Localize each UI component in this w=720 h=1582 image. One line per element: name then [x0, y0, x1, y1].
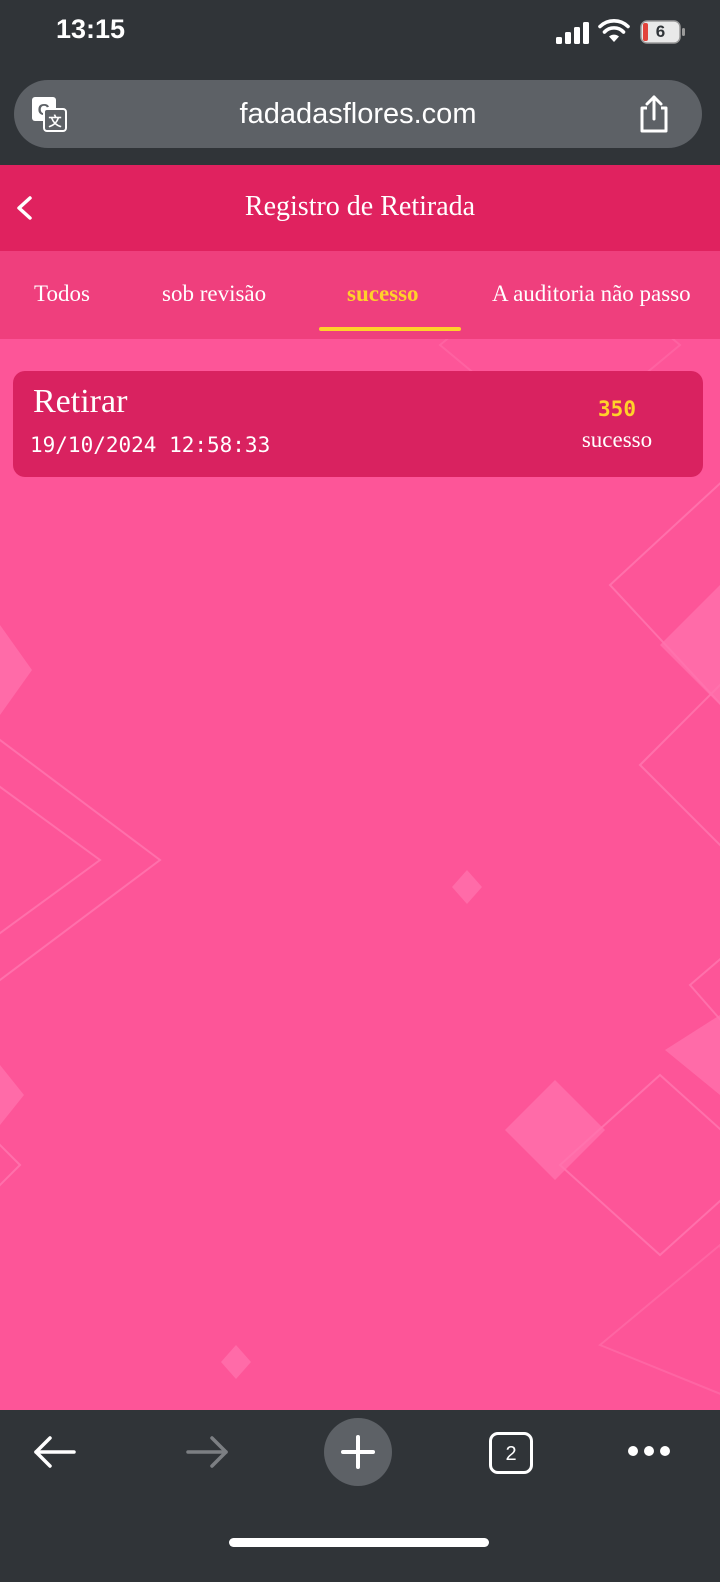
background-diamond-pattern — [0, 243, 720, 1395]
url-text[interactable]: fadadasflores.com — [14, 98, 702, 131]
record-title: Retirar — [33, 383, 128, 420]
withdrawal-record-card[interactable]: Retirar 19/10/2024 12:58:33 350 sucesso — [13, 371, 703, 477]
tab-sucesso[interactable]: sucesso — [347, 281, 419, 307]
back-arrow-icon[interactable] — [30, 1432, 80, 1472]
battery-level: 6 — [655, 22, 666, 41]
record-status: sucesso — [581, 427, 653, 452]
status-time: 13:15 — [56, 14, 126, 44]
record-amount: 350 — [598, 397, 636, 421]
plus-icon — [341, 1435, 375, 1469]
filter-tabs: Todos sob revisão sucesso A auditoria nã… — [0, 251, 720, 339]
page-title: Registro de Retirada — [244, 191, 476, 222]
active-tab-indicator — [319, 327, 461, 331]
new-tab-button[interactable] — [324, 1418, 392, 1486]
cellular-signal-icon — [556, 22, 589, 44]
address-bar[interactable]: G 文 fadadasflores.com — [14, 80, 702, 148]
status-bar: 13:15 6 — [0, 0, 720, 64]
page-header: Registro de Retirada — [0, 165, 720, 251]
web-page: Registro de Retirada Todos sob revisão s… — [0, 165, 720, 1410]
browser-toolbar: 2 — [0, 1410, 720, 1582]
record-datetime: 19/10/2024 12:58:33 — [30, 433, 271, 457]
tab-todos[interactable]: Todos — [34, 281, 90, 307]
tab-auditoria-nao-passou[interactable]: A auditoria não passo — [492, 281, 691, 307]
wifi-icon — [598, 19, 630, 42]
tabs-button[interactable]: 2 — [489, 1432, 533, 1474]
forward-arrow-icon[interactable] — [182, 1432, 232, 1472]
more-dots-icon[interactable] — [626, 1444, 672, 1458]
browser-address-area: G 文 fadadasflores.com — [0, 64, 720, 165]
tabs-count: 2 — [505, 1443, 517, 1465]
tab-sob-revisao[interactable]: sob revisão — [162, 281, 266, 307]
share-icon[interactable] — [636, 94, 672, 134]
home-indicator[interactable] — [229, 1538, 489, 1547]
